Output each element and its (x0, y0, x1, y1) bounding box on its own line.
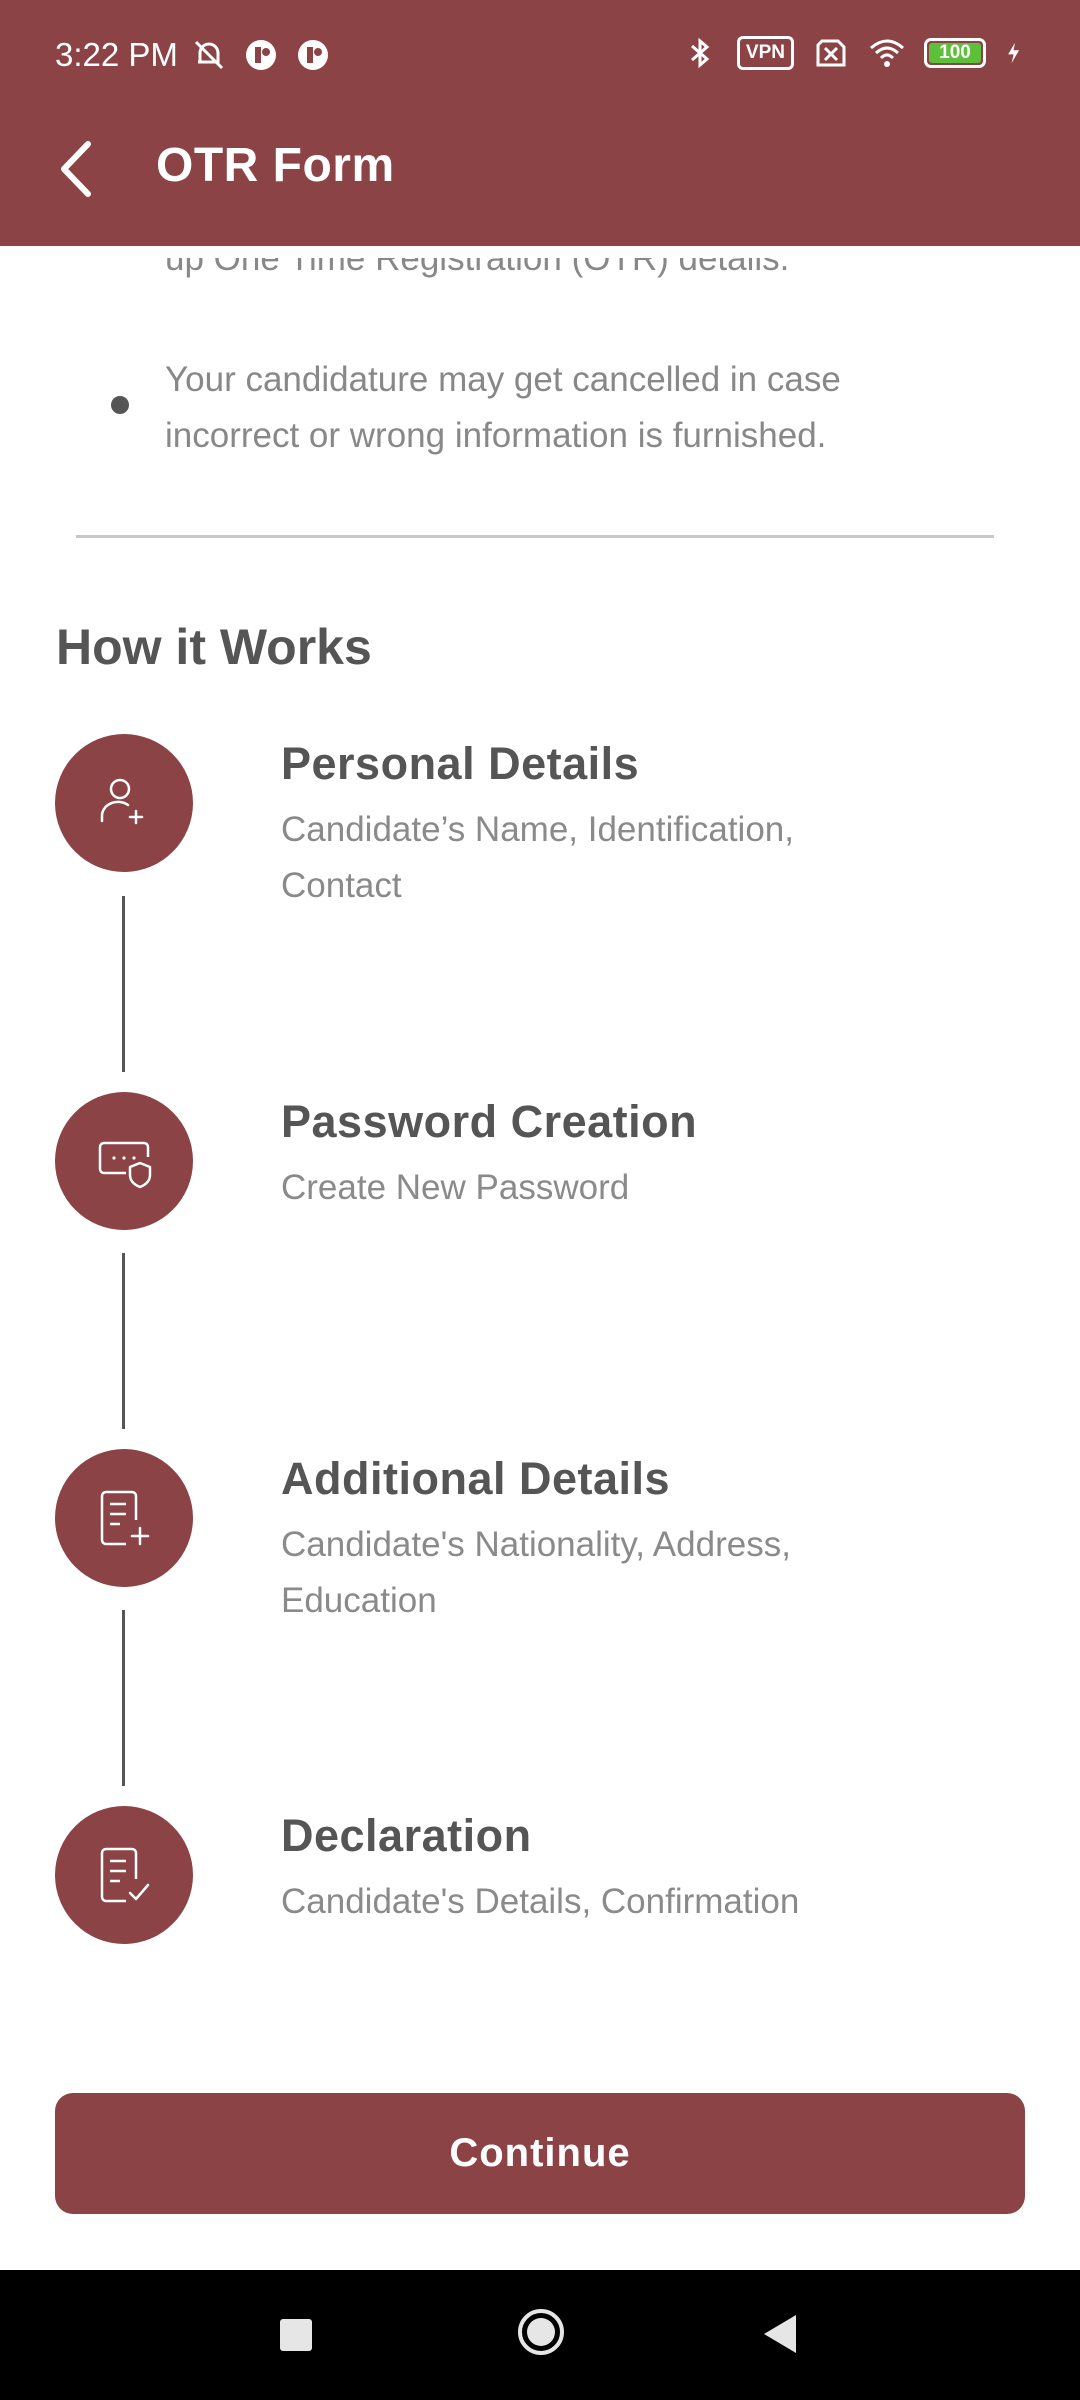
no-sim-icon (816, 39, 846, 67)
battery-level: 100 (939, 42, 971, 63)
status-time: 3:22 PM (55, 36, 178, 73)
step-title-additional-details: Additional Details (281, 1453, 671, 1504)
back-arrow-icon[interactable] (52, 134, 102, 204)
step-desc-personal-details: Candidate’s Name, Identification, Contac… (281, 810, 794, 905)
system-nav-bar (0, 2270, 1080, 2400)
step-desc-additional-details: Candidate's Nationality, Address, Educat… (281, 1525, 791, 1620)
step-connector (122, 1253, 125, 1429)
step-desc-declaration: Candidate's Details, Confirmation (281, 1882, 800, 1921)
password-shield-icon (98, 1141, 152, 1189)
add-user-icon (100, 778, 144, 825)
app-notification-icon-2 (298, 40, 328, 70)
step-circle-declaration (55, 1806, 193, 1944)
status-left-icons (190, 36, 332, 74)
bluetooth-icon (690, 37, 710, 69)
step-title-password-creation: Password Creation (281, 1096, 698, 1147)
system-back-button[interactable] (762, 2313, 800, 2355)
bullet-dot (111, 396, 129, 414)
battery-indicator: 100 (924, 38, 986, 68)
step-title-declaration: Declaration (281, 1810, 532, 1861)
page-title: OTR Form (156, 139, 395, 192)
app-notification-icon (246, 40, 276, 70)
step-circle-password-creation (55, 1092, 193, 1230)
section-title: How it Works (56, 619, 372, 675)
cut-off-text: up One Time Registration (OTR) details. (165, 258, 790, 278)
bell-muted-icon (194, 40, 224, 70)
recent-apps-button[interactable] (280, 2319, 312, 2351)
step-connector (122, 1610, 125, 1786)
continue-button[interactable]: Continue (55, 2093, 1025, 2214)
step-circle-personal-details (55, 734, 193, 872)
charging-icon (1008, 42, 1020, 64)
bullet-text: Your candidature may get cancelled in ca… (165, 360, 841, 455)
step-circle-additional-details (55, 1449, 193, 1587)
status-right-icons: VPN 100 (681, 34, 1030, 72)
document-check-icon (100, 1847, 150, 1903)
app-header: 3:22 PM VPN 100 OTR Form (0, 0, 1080, 246)
step-connector (122, 896, 125, 1072)
divider (76, 535, 994, 538)
home-button[interactable] (516, 2307, 566, 2357)
document-add-icon (100, 1490, 150, 1546)
wifi-icon (870, 39, 904, 67)
vpn-badge: VPN (736, 36, 794, 70)
step-desc-password-creation: Create New Password (281, 1168, 630, 1207)
step-title-personal-details: Personal Details (281, 738, 640, 789)
